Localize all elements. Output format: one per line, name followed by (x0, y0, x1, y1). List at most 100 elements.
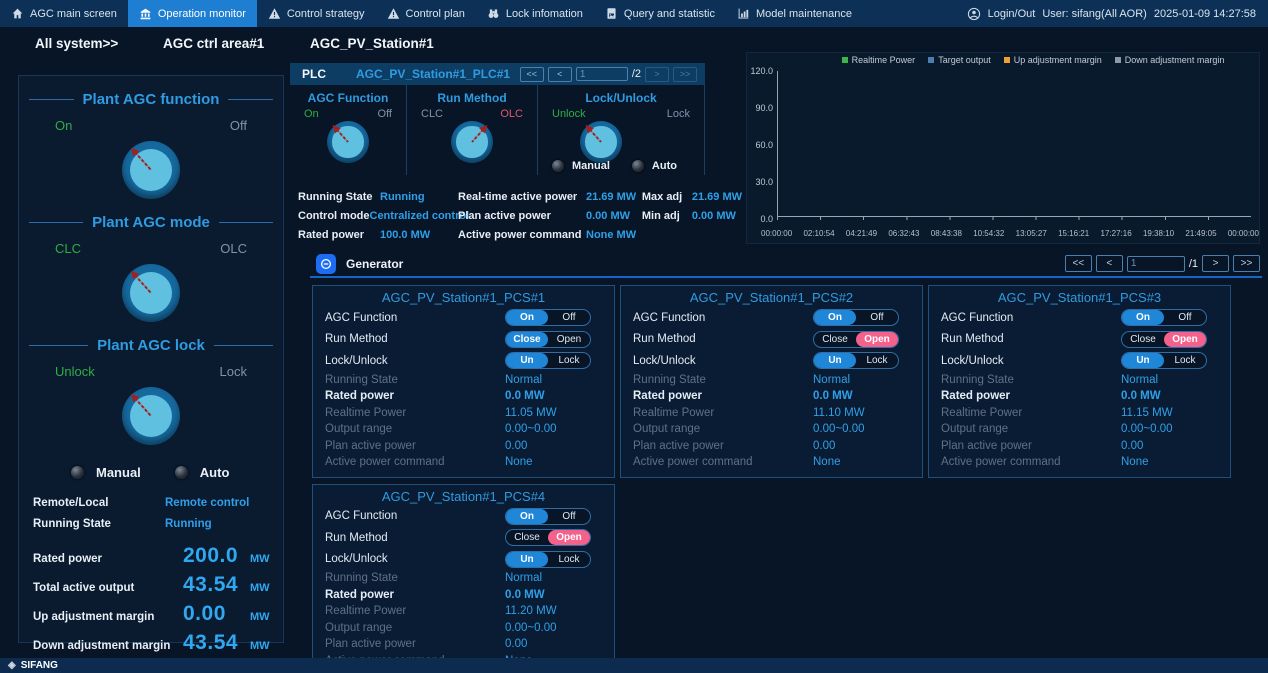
nav-user-area: Login/Out User: sifang(All AOR) 2025-01-… (967, 7, 1268, 21)
toggle-open[interactable]: Open (548, 332, 590, 347)
plc-prev-page-button[interactable]: < (548, 67, 572, 82)
running-state-label: Running State (33, 518, 165, 530)
generator-prev-page-button[interactable]: < (1096, 255, 1123, 272)
breadcrumb-ctrl-area[interactable]: AGC ctrl area#1→ (163, 36, 265, 51)
running-state-value: Normal (1121, 374, 1158, 386)
legend-label: Realtime Power (852, 55, 916, 65)
plant-agc-function-knob[interactable] (122, 141, 180, 199)
toggle-close[interactable]: Close (814, 332, 856, 347)
toggle-close[interactable]: Close (506, 530, 548, 545)
toggle-un[interactable]: Un (506, 353, 548, 368)
toggle-un[interactable]: Un (1122, 353, 1164, 368)
section-title: Plant AGC mode (92, 214, 210, 231)
generator-next-page-button[interactable]: > (1202, 255, 1229, 272)
generator-first-page-button[interactable]: << (1065, 255, 1092, 272)
plant-agc-lock-header: Plant AGC lock (29, 337, 273, 354)
nav-agc-main-screen[interactable]: AGC main screen (0, 0, 128, 27)
plc-next-page-button[interactable]: > (645, 67, 669, 82)
agc-function-toggle[interactable]: OnOff (1121, 309, 1207, 326)
toggle-un[interactable]: Un (506, 552, 548, 567)
toggle-off[interactable]: Off (856, 310, 898, 325)
legend-swatch-down-margin (1115, 57, 1121, 63)
toggle-lock[interactable]: Lock (1164, 353, 1206, 368)
plant-manual-radio[interactable] (71, 466, 84, 479)
nav-query-statistic[interactable]: Query and statistic (594, 0, 726, 27)
plant-agc-lock-knob[interactable] (122, 387, 180, 445)
toggle-open[interactable]: Open (548, 530, 590, 545)
plan-active-power-label: Plan active power (941, 440, 1121, 452)
x-tick: 13:05:27 (1016, 229, 1047, 238)
rated-power-label: Rated power (325, 390, 505, 402)
running-state-label: Running State (941, 374, 1121, 386)
output-range-label: Output range (325, 423, 505, 435)
plan-active-power-value: 0.00 (813, 440, 835, 452)
toggle-close[interactable]: Close (1122, 332, 1164, 347)
plant-lock-lock-label: Lock (220, 364, 247, 379)
nav-model-maintenance[interactable]: Model maintenance (726, 0, 863, 27)
agc-function-toggle[interactable]: OnOff (813, 309, 899, 326)
toggle-off[interactable]: Off (548, 509, 590, 524)
toggle-close[interactable]: Close (506, 332, 548, 347)
run-method-toggle[interactable]: CloseOpen (1121, 331, 1207, 348)
run-method-toggle[interactable]: CloseOpen (505, 331, 591, 348)
generator-page-input[interactable] (1127, 256, 1185, 272)
toggle-off[interactable]: Off (1164, 310, 1206, 325)
lock-unlock-toggle[interactable]: UnLock (505, 551, 591, 568)
plc-page-input[interactable] (576, 67, 628, 81)
plc-first-page-button[interactable]: << (520, 67, 544, 82)
plan-active-power-label: Plan active power (633, 440, 813, 452)
plc-lock-knob[interactable] (580, 121, 622, 163)
toggle-on[interactable]: On (506, 509, 548, 524)
toggle-on[interactable]: On (506, 310, 548, 325)
plan-active-power-value: 0.00 (505, 440, 527, 452)
plant-manual-label: Manual (96, 465, 141, 480)
plc-auto-radio[interactable] (632, 160, 644, 172)
nav-label: Operation monitor (158, 8, 246, 20)
toggle-lock[interactable]: Lock (548, 552, 590, 567)
toggle-open[interactable]: Open (856, 332, 898, 347)
nav-control-plan[interactable]: Control plan (376, 0, 476, 27)
realtime-power-label: Realtime Power (325, 407, 505, 419)
toggle-on[interactable]: On (814, 310, 856, 325)
nav-lock-information[interactable]: Lock infomation (476, 0, 594, 27)
breadcrumb-all-system[interactable]: All system>> (35, 36, 118, 51)
rated-power-label: Rated power (325, 589, 505, 601)
run-method-toggle[interactable]: CloseOpen (505, 529, 591, 546)
generator-title: Generator (346, 257, 403, 271)
agc-function-toggle[interactable]: OnOff (505, 309, 591, 326)
toggle-on[interactable]: On (1122, 310, 1164, 325)
toggle-open[interactable]: Open (1164, 332, 1206, 347)
plc-manual-label: Manual (572, 160, 610, 172)
toggle-lock[interactable]: Lock (548, 353, 590, 368)
toggle-un[interactable]: Un (814, 353, 856, 368)
lock-unlock-toggle[interactable]: UnLock (813, 352, 899, 369)
plant-agc-mode-header: Plant AGC mode (29, 214, 273, 231)
login-out-link[interactable]: Login/Out (988, 8, 1036, 20)
nav-control-strategy[interactable]: Control strategy (257, 0, 376, 27)
plc-device-name: AGC_PV_Station#1_PLC#1 (356, 67, 510, 81)
rated-power-label: Rated power (633, 390, 813, 402)
nav-operation-monitor[interactable]: Operation monitor (128, 0, 257, 27)
lock-unlock-toggle[interactable]: UnLock (505, 352, 591, 369)
plc-agc-function-knob[interactable] (327, 121, 369, 163)
output-range-label: Output range (941, 423, 1121, 435)
plc-manual-radio[interactable] (552, 160, 564, 172)
nav-label: AGC main screen (30, 8, 117, 20)
lock-unlock-toggle[interactable]: UnLock (1121, 352, 1207, 369)
plc-run-method-knob[interactable] (451, 121, 493, 163)
pcs-card-3: AGC_PV_Station#1_PCS#3 AGC Function OnOf… (928, 285, 1231, 478)
x-tick: 21:49:05 (1185, 229, 1216, 238)
plant-auto-radio[interactable] (175, 466, 188, 479)
plc-last-page-button[interactable]: >> (673, 67, 697, 82)
toggle-lock[interactable]: Lock (856, 353, 898, 368)
generator-last-page-button[interactable]: >> (1233, 255, 1260, 272)
agc-function-toggle[interactable]: OnOff (505, 508, 591, 525)
run-method-toggle[interactable]: CloseOpen (813, 331, 899, 348)
remote-local-value: Remote control (165, 497, 249, 509)
breadcrumb-ctrl-area-label: AGC ctrl area#1 (163, 36, 264, 51)
toggle-off[interactable]: Off (548, 310, 590, 325)
legend-swatch-up-margin (1004, 57, 1010, 63)
agc-monitor-screen: AGC main screen Operation monitor Contro… (0, 0, 1268, 673)
plant-agc-mode-knob[interactable] (122, 264, 180, 322)
running-state-value: Normal (505, 374, 542, 386)
